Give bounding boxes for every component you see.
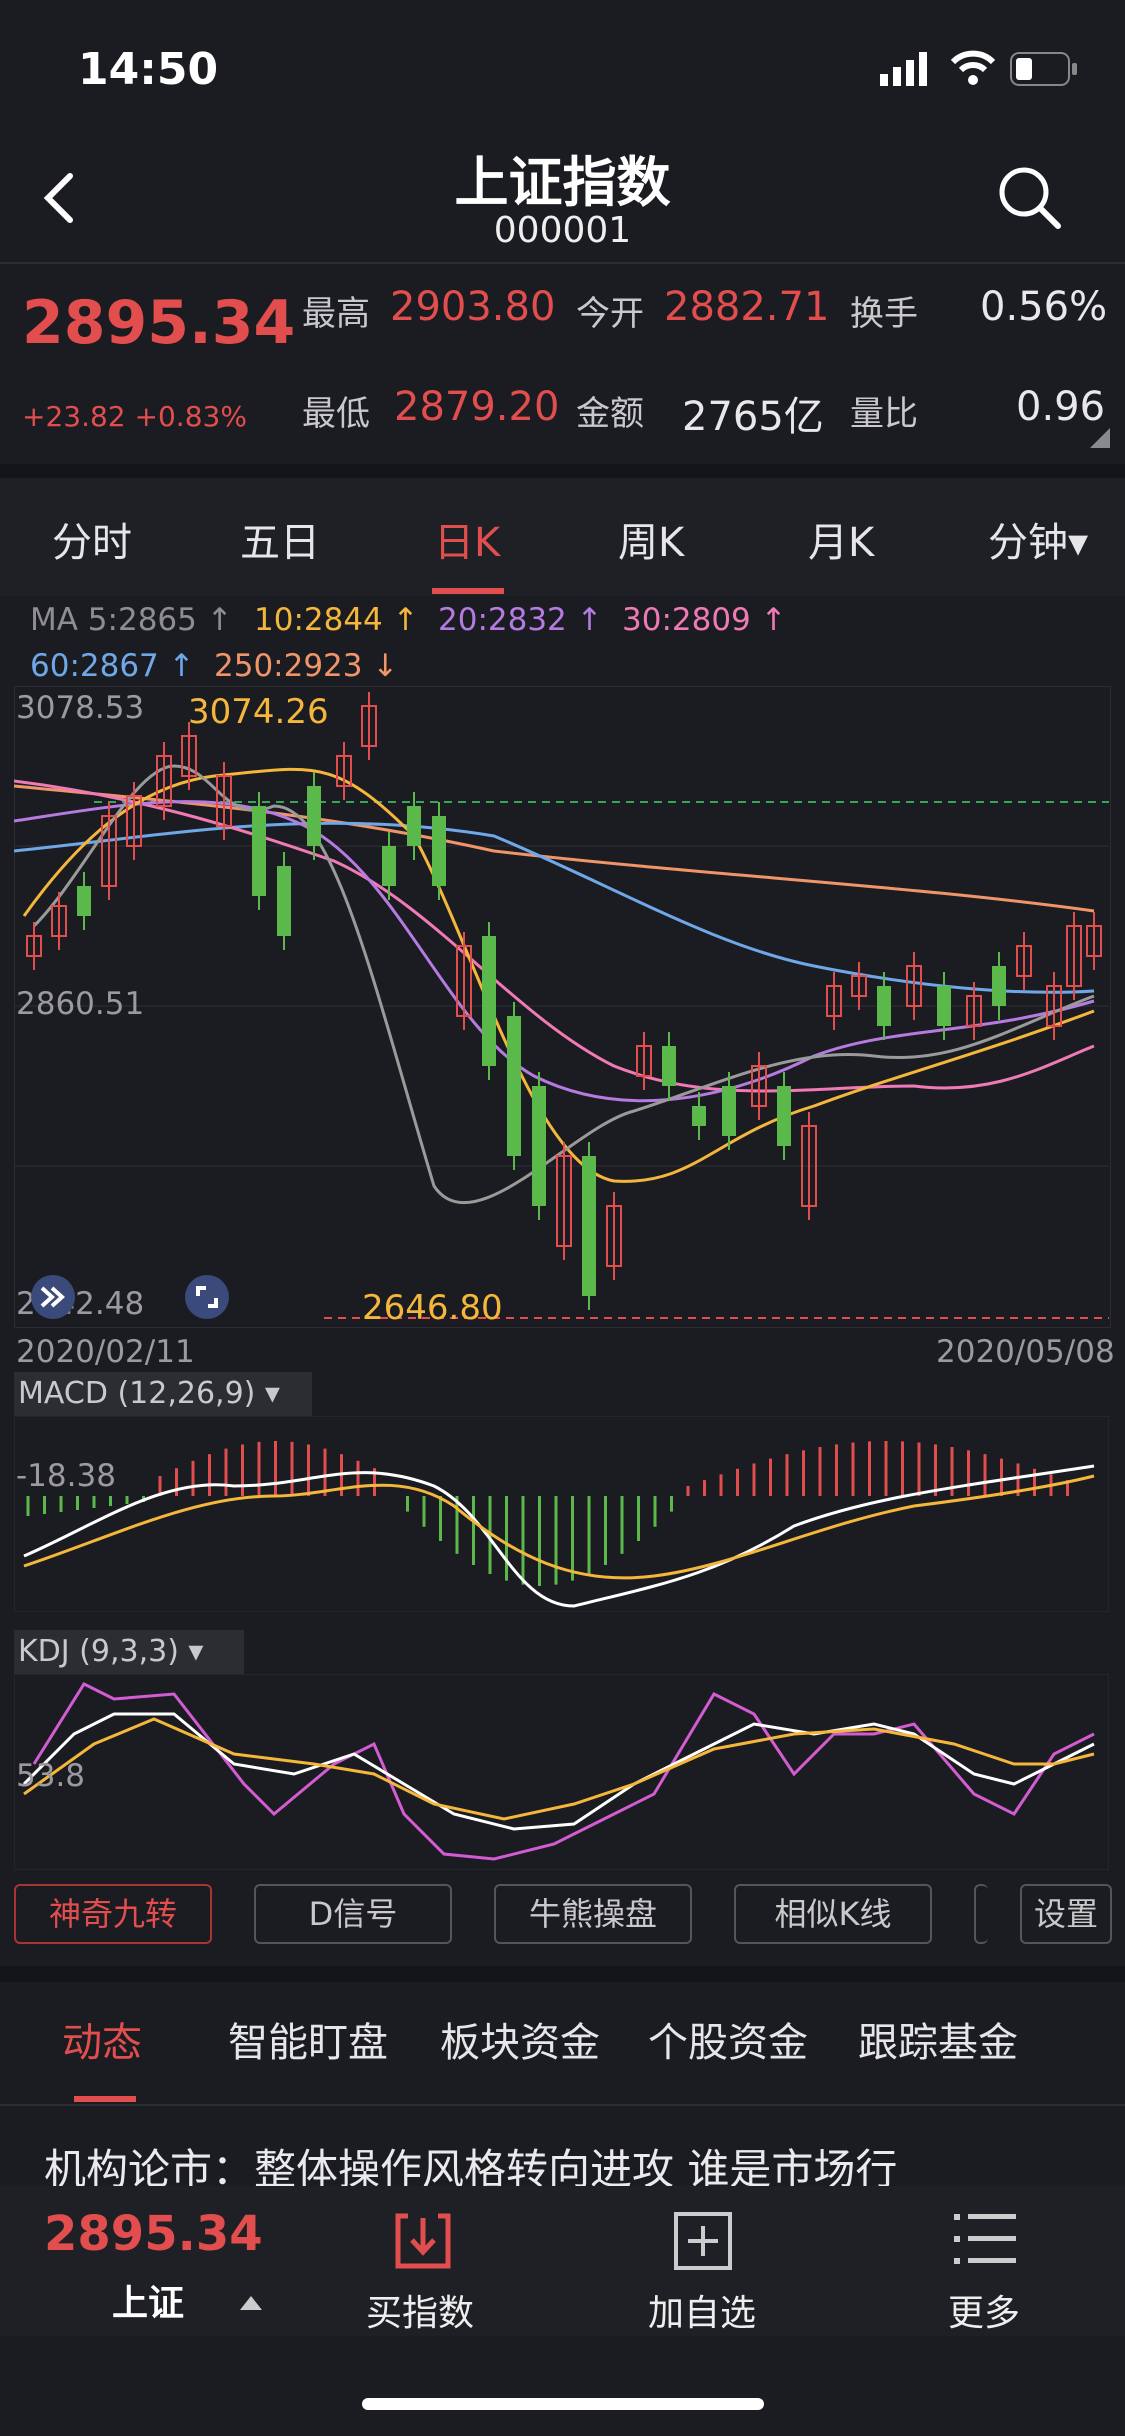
y-axis-top-label: 3078.53 (16, 690, 145, 726)
status-time: 14:50 (78, 44, 219, 95)
macd-title[interactable]: MACD (12,26,9) ▾ (18, 1376, 280, 1411)
bull-bear-button[interactable]: 牛熊操盘 (494, 1884, 692, 1944)
tool-overflow[interactable] (974, 1884, 988, 1944)
candle-body (482, 936, 496, 1066)
turnover-label: 换手 (850, 294, 918, 334)
d-signal-button[interactable]: D信号 (254, 1884, 452, 1944)
ma250-legend: 250:2923 ↓ (214, 648, 399, 684)
more-menu-icon[interactable] (954, 2212, 1016, 2266)
candle-body (777, 1086, 791, 1146)
kline-chart[interactable] (14, 686, 1109, 1326)
buy-index-label[interactable]: 买指数 (366, 2284, 474, 2336)
high-label: 最高 (302, 294, 370, 334)
kdj-title[interactable]: KDJ (9,3,3) ▾ (18, 1634, 204, 1669)
settings-button[interactable]: 设置 (1020, 1884, 1112, 1944)
candle-body (937, 986, 951, 1026)
current-price: 2895.34 (22, 288, 296, 358)
candle-body (432, 816, 446, 886)
fullscreen-icon[interactable] (184, 1274, 230, 1320)
high-value: 2903.80 (390, 284, 556, 330)
divider (0, 2104, 1125, 2106)
caret-up-icon[interactable] (240, 2296, 262, 2310)
turnover-value: 0.56% (980, 284, 1108, 330)
battery-icon (1010, 52, 1077, 86)
x-axis-start-label: 2020/02/11 (16, 1334, 195, 1370)
candle-body (407, 806, 421, 846)
wifi-icon (950, 50, 996, 85)
x-axis-end-label: 2020/05/08 (936, 1334, 1115, 1370)
more-label[interactable]: 更多 (948, 2284, 1020, 2336)
candle-body (582, 1156, 596, 1296)
section-gap (0, 464, 1125, 478)
open-value: 2882.71 (664, 284, 830, 330)
home-indicator[interactable] (362, 2398, 764, 2410)
candle-body (307, 786, 321, 846)
macd-value-label: -18.38 (16, 1458, 116, 1494)
ma30-legend: 30:2809 ↑ (622, 602, 787, 638)
kdj-value-label: 53.8 (16, 1758, 86, 1794)
feed-tab-sector-funds[interactable]: 板块资金 (440, 2010, 600, 2068)
add-watchlist-icon[interactable] (672, 2210, 734, 2272)
y-axis-mid-label: 2860.51 (16, 986, 145, 1022)
amount-value: 2765亿 (682, 394, 824, 440)
tab-minute[interactable]: 分钟▾ (988, 510, 1088, 568)
candle-body (507, 1016, 521, 1156)
bottom-price[interactable]: 2895.34 (44, 2206, 263, 2262)
candle-body (382, 846, 396, 886)
volume-ratio-label: 量比 (850, 394, 918, 434)
candle-body (692, 1106, 706, 1126)
ma20-legend: 20:2832 ↑ (438, 602, 603, 638)
feed-active-indicator (74, 2096, 136, 2102)
macd-chart[interactable] (14, 1416, 1109, 1612)
page-title: 上证指数 (454, 151, 671, 214)
feed-tab-smart-watch[interactable]: 智能盯盘 (228, 2010, 388, 2068)
index-code: 000001 (493, 210, 632, 251)
ma60-legend: 60:2867 ↑ (30, 648, 195, 684)
tab-daily-k[interactable]: 日K (434, 510, 500, 568)
kdj-chart[interactable] (14, 1674, 1109, 1870)
bottom-index-name[interactable]: 上证 (112, 2274, 184, 2326)
amount-label: 金额 (576, 394, 644, 434)
feed-tab-stock-funds[interactable]: 个股资金 (648, 2010, 808, 2068)
ma10-legend: 10:2844 ↑ (254, 602, 419, 638)
candle-body (252, 806, 266, 896)
low-value: 2879.20 (394, 384, 560, 430)
volume-ratio-value: 0.96 (1016, 384, 1106, 430)
signal-icon (880, 52, 927, 86)
price-change: +23.82 +0.83% (22, 400, 247, 433)
candle-body (662, 1046, 676, 1086)
search-icon[interactable] (996, 164, 1062, 230)
fast-forward-icon[interactable] (30, 1274, 76, 1320)
ma5-legend: MA 5:2865 ↑ (30, 602, 233, 638)
add-watchlist-label[interactable]: 加自选 (648, 2284, 756, 2336)
buy-index-icon[interactable] (392, 2210, 454, 2272)
open-label: 今开 (576, 294, 644, 334)
candle-body (877, 986, 891, 1026)
section-gap (0, 1966, 1125, 1982)
feed-tab-tracking-funds[interactable]: 跟踪基金 (858, 2010, 1018, 2068)
divider (0, 262, 1125, 264)
active-tab-indicator (432, 588, 504, 594)
tab-weekly-k[interactable]: 周K (618, 510, 684, 568)
tab-five-day[interactable]: 五日 (240, 510, 320, 568)
candle-body (992, 966, 1006, 1006)
feed-tab-news[interactable]: 动态 (62, 2010, 142, 2068)
similar-kline-button[interactable]: 相似K线 (734, 1884, 932, 1944)
period-tab-bar (0, 478, 1125, 596)
high-marker-label: 3074.26 (188, 692, 329, 732)
magic-nine-button[interactable]: 神奇九转 (14, 1884, 212, 1944)
candle-body (532, 1086, 546, 1206)
candle-body (77, 886, 91, 916)
tab-monthly-k[interactable]: 月K (808, 510, 874, 568)
expand-corner-icon[interactable] (1090, 428, 1110, 448)
low-label: 最低 (302, 394, 370, 434)
candle-body (277, 866, 291, 936)
tab-intraday[interactable]: 分时 (52, 510, 132, 568)
candle-body (722, 1086, 736, 1136)
low-marker-label: 2646.80 (362, 1288, 503, 1328)
home-area (0, 2336, 1125, 2436)
